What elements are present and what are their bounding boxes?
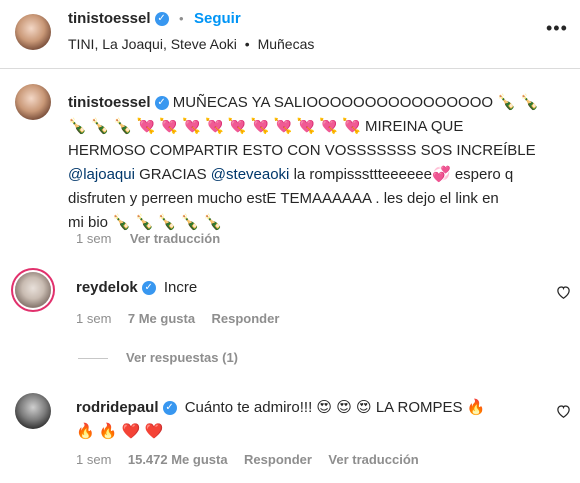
caption-line-5: disfruten y perreen mucho estE TEMAAAAAA… bbox=[68, 190, 499, 207]
verified-badge-icon: ✓ bbox=[154, 96, 169, 111]
caption-line-4-end: la rompisssttteeeeee💞 espero q bbox=[289, 166, 514, 183]
commenter-avatar-rodridepaul[interactable] bbox=[15, 393, 51, 429]
post-header-subtitle: TINI, La Joaqui, Steve Aoki • Muñecas bbox=[68, 36, 314, 52]
caption-line-1: MUÑECAS YA SALIOOOOOOOOOOOOOOOO 🍾 🍾 bbox=[172, 94, 539, 111]
comment-rodridepaul-meta: 1 sem 15.472 Me gusta Responder Ver trad… bbox=[76, 451, 419, 469]
comment-text: Incre bbox=[163, 279, 198, 296]
verified-badge-icon: ✓ bbox=[162, 401, 177, 416]
post-author-avatar[interactable] bbox=[15, 14, 51, 50]
comment-reydelok-body: reydelok ✓ Incre bbox=[76, 276, 197, 300]
caption-time: 1 sem bbox=[76, 231, 112, 246]
caption-line-2: 🍾 🍾 🍾 💘 💘 💘 💘 💘 💘 💘 💘 💘 💘 MIREINA QUE bbox=[68, 118, 464, 135]
comment-rodridepaul-body: rodridepaul ✓ Cuánto te admiro!!! 😍 😍 😍 L… bbox=[76, 396, 546, 444]
comment-text-line-2: 🔥 🔥 ❤️ ❤️ bbox=[76, 423, 164, 440]
post-author-username[interactable]: tinistoessel bbox=[68, 10, 151, 27]
comment-time: 1 sem bbox=[76, 311, 112, 326]
comment-reydelok-meta: 1 sem 7 Me gusta Responder bbox=[76, 310, 279, 328]
header-divider bbox=[0, 68, 580, 69]
caption-line-3: HERMOSO COMPARTIR ESTO CON VOSSSSSSS SOS… bbox=[68, 142, 536, 159]
song-link[interactable]: Muñecas bbox=[258, 36, 315, 52]
subtitle-separator-dot: • bbox=[244, 36, 250, 52]
caption-line-4-mid: GRACIAS bbox=[134, 166, 211, 183]
comment-reply-button[interactable]: Responder bbox=[212, 311, 280, 326]
post-header-user-row: tinistoessel ✓ • Seguir bbox=[68, 10, 241, 32]
caption-username[interactable]: tinistoessel bbox=[68, 94, 151, 111]
comment-username[interactable]: reydelok bbox=[76, 279, 138, 296]
caption-meta: 1 sem Ver traducción bbox=[76, 230, 220, 248]
comment-text-line-1: Cuánto te admiro!!! 😍 😍 😍 LA ROMPES 🔥 bbox=[184, 399, 486, 416]
comment-translate-button[interactable]: Ver traducción bbox=[328, 452, 418, 467]
comment-username[interactable]: rodridepaul bbox=[76, 399, 159, 416]
verified-badge-icon: ✓ bbox=[141, 281, 156, 296]
caption-body: tinistoessel ✓ MUÑECAS YA SALIOOOOOOOOOOO… bbox=[68, 91, 563, 235]
follow-button[interactable]: Seguir bbox=[194, 10, 241, 27]
verified-badge-icon: ✓ bbox=[154, 11, 169, 26]
like-heart-icon[interactable] bbox=[556, 285, 571, 299]
caption-author-avatar[interactable] bbox=[15, 84, 51, 120]
more-options-icon[interactable]: ••• bbox=[546, 18, 568, 39]
commenter-avatar-reydelok[interactable] bbox=[15, 272, 51, 308]
comment-likes-count[interactable]: 7 Me gusta bbox=[128, 311, 195, 326]
caption-translate-button[interactable]: Ver traducción bbox=[130, 231, 220, 246]
mention-steveaoki[interactable]: @steveaoki bbox=[211, 166, 290, 183]
mention-lajoaqui[interactable]: @lajoaqui bbox=[68, 166, 135, 183]
like-heart-icon[interactable] bbox=[556, 404, 571, 418]
comment-likes-count[interactable]: 15.472 Me gusta bbox=[128, 452, 228, 467]
comment-time: 1 sem bbox=[76, 452, 112, 467]
replies-divider-line bbox=[78, 358, 108, 359]
artists-link[interactable]: TINI, La Joaqui, Steve Aoki bbox=[68, 36, 237, 52]
header-separator-dot: • bbox=[178, 11, 184, 26]
comment-reply-button[interactable]: Responder bbox=[244, 452, 312, 467]
view-replies-button[interactable]: Ver respuestas (1) bbox=[126, 350, 238, 365]
